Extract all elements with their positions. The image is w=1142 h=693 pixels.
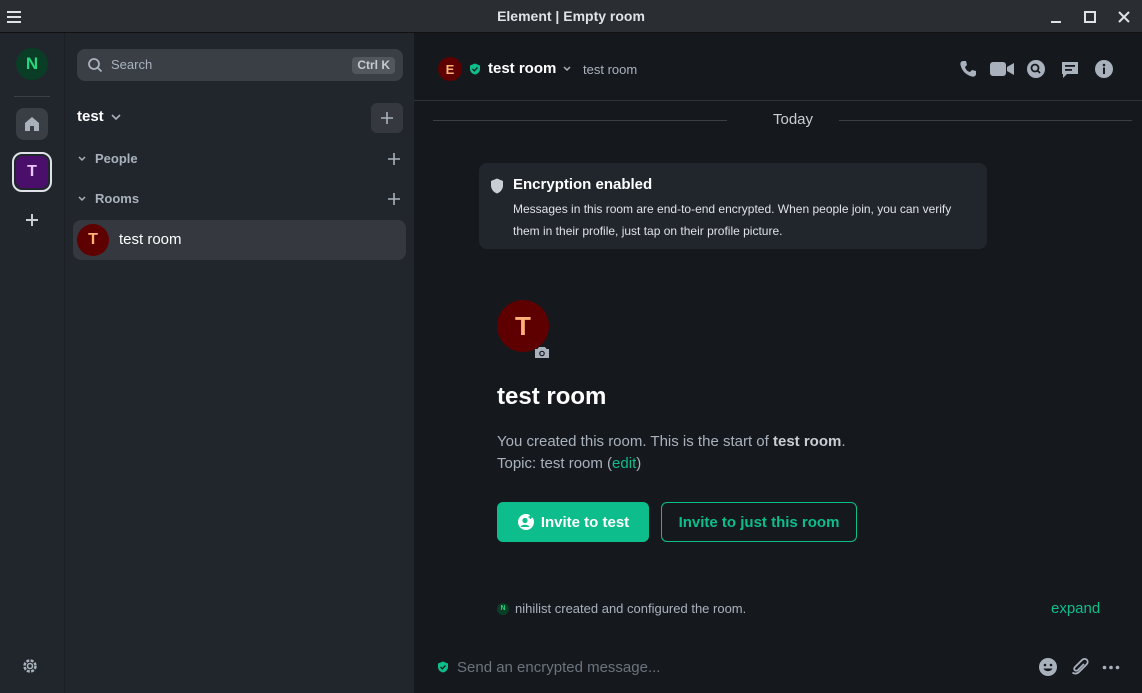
section-people-header[interactable]: People [77, 151, 138, 166]
settings-gear-icon[interactable] [21, 657, 39, 675]
header-room-avatar[interactable]: E [438, 57, 462, 81]
add-room-button[interactable] [371, 103, 403, 133]
camera-icon[interactable] [533, 344, 551, 360]
voice-call-icon[interactable] [956, 58, 980, 80]
invite-to-room-button[interactable]: Invite to just this room [661, 502, 857, 542]
section-people-label: People [95, 151, 138, 166]
edit-topic-link[interactable]: edit [612, 455, 636, 472]
search-placeholder: Search [111, 57, 153, 72]
created-room-name: test room [772, 433, 842, 450]
date-separator-label: Today [772, 111, 814, 128]
chevron-down-icon [111, 113, 121, 120]
room-header: E test room test room [414, 33, 1142, 101]
room-list-item[interactable]: T test room [73, 220, 406, 260]
room-intro-text: You created this room. This is the start… [497, 431, 846, 475]
user-avatar[interactable]: N [16, 48, 48, 80]
header-room-name: test room [488, 60, 557, 77]
encryption-notice: Encryption enabled Messages in this room… [479, 163, 987, 249]
emoji-icon[interactable] [1038, 657, 1058, 677]
room-title: test room [497, 383, 607, 410]
encryption-title: Encryption enabled [513, 176, 653, 193]
space-bar: N T [0, 33, 64, 693]
add-people-icon[interactable] [387, 152, 401, 166]
topic-prefix: Topic: test room ( [497, 455, 613, 472]
home-icon [25, 117, 39, 131]
event-avatar: N [497, 602, 509, 615]
encryption-description: Messages in this room are end-to-end enc… [513, 202, 952, 238]
close-icon[interactable] [1113, 6, 1135, 28]
room-creation-summary: N nihilist created and configured the ro… [497, 601, 746, 616]
maximize-icon[interactable] [1079, 6, 1101, 28]
space-avatar: T [16, 156, 48, 188]
chevron-down-icon [78, 195, 86, 201]
message-composer: Send an encrypted message... [414, 645, 1142, 693]
invite-to-room-label: Invite to just this room [678, 513, 840, 531]
title-bar: Element | Empty room [0, 0, 1142, 33]
window-title: Element | Empty room [497, 8, 645, 24]
divider [14, 96, 50, 97]
attachment-icon[interactable] [1070, 657, 1090, 677]
verified-shield-icon [470, 63, 480, 75]
event-text: nihilist created and configured the room… [515, 601, 747, 616]
encrypted-shield-icon [438, 661, 448, 673]
invite-to-space-label: Invite to test [540, 513, 630, 531]
invite-to-space-button[interactable]: Invite to test [497, 502, 649, 542]
room-info-icon[interactable] [1092, 58, 1116, 80]
room-avatar: T [77, 224, 109, 256]
created-suffix: . [841, 433, 846, 450]
search-shortcut-badge: Ctrl K [352, 57, 395, 74]
topic-suffix: ) [636, 455, 642, 472]
header-topic[interactable]: test room [583, 62, 637, 77]
room-view: E test room test room Today Encryption e… [414, 33, 1142, 693]
minimize-icon[interactable] [1045, 6, 1067, 28]
section-rooms-label: Rooms [95, 191, 140, 206]
video-call-icon[interactable] [989, 58, 1015, 80]
plus-icon [381, 112, 393, 124]
divider [433, 120, 727, 121]
expand-link[interactable]: expand [1051, 600, 1100, 617]
space-name: test [77, 108, 104, 125]
created-prefix: You created this room. This is the start… [497, 433, 773, 450]
room-name-menu[interactable]: test room [488, 60, 572, 77]
room-search-icon[interactable] [1024, 58, 1048, 80]
shield-icon [491, 178, 503, 194]
add-user-icon [517, 514, 534, 530]
home-button[interactable] [16, 108, 48, 140]
message-input[interactable]: Send an encrypted message... [457, 659, 660, 676]
room-list-panel: Search Ctrl K test People Rooms T test r… [64, 33, 414, 693]
more-options-icon[interactable] [1102, 665, 1120, 670]
space-test-button[interactable]: T [12, 152, 52, 192]
add-space-icon[interactable] [22, 210, 42, 230]
search-icon [88, 58, 103, 73]
space-name-menu[interactable]: test [77, 108, 122, 125]
section-rooms-header[interactable]: Rooms [77, 191, 139, 206]
date-separator: Today [433, 111, 1132, 128]
add-rooms-icon[interactable] [387, 192, 401, 206]
threads-icon[interactable] [1058, 58, 1082, 80]
search-input[interactable]: Search Ctrl K [77, 49, 403, 81]
divider [839, 120, 1132, 121]
chevron-down-icon [78, 155, 86, 161]
room-name: test room [119, 231, 182, 248]
chevron-down-icon [563, 65, 571, 71]
